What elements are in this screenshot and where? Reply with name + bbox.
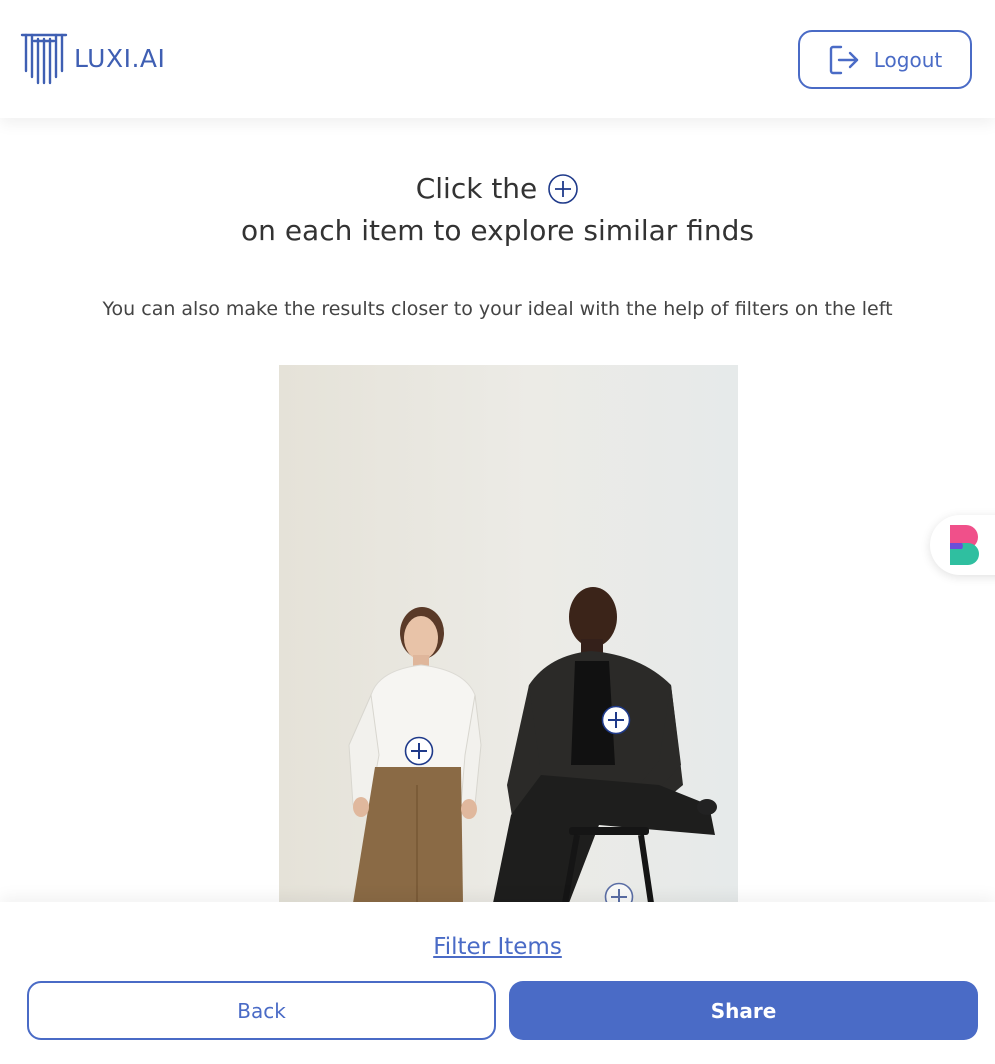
logout-label: Logout [873, 47, 943, 72]
photo-scene [279, 365, 738, 903]
hotspot-pants[interactable] [604, 882, 634, 903]
filter-hint-text: You can also make the results closer to … [102, 298, 893, 320]
logout-icon [829, 45, 858, 74]
luxi-logo-icon [20, 33, 68, 85]
filter-items-link-wrapper: Filter Items [0, 934, 995, 960]
share-button[interactable]: Share [509, 981, 978, 1040]
instruction-heading: Click the on each item to explore simila… [0, 168, 995, 252]
logo-text: LUXI.AI [74, 43, 166, 73]
back-label: Back [237, 998, 286, 1023]
filter-items-link[interactable]: Filter Items [433, 934, 562, 960]
share-label: Share [710, 998, 777, 1023]
hotspot-shirt[interactable] [404, 736, 434, 766]
logo[interactable]: LUXI.AI [20, 31, 165, 85]
uploaded-photo [279, 365, 738, 903]
logout-button[interactable]: Logout [798, 30, 972, 89]
app-badge-icon [950, 525, 979, 565]
plus-circle-icon [548, 174, 579, 204]
header: LUXI.AI Logout [0, 0, 995, 118]
back-button[interactable]: Back [27, 981, 496, 1040]
heading-line-2: on each item to explore similar finds [241, 214, 754, 247]
heading-line-1: Click the [415, 172, 538, 205]
hotspot-jacket[interactable] [601, 705, 631, 735]
floating-assistant-button[interactable] [930, 515, 995, 575]
